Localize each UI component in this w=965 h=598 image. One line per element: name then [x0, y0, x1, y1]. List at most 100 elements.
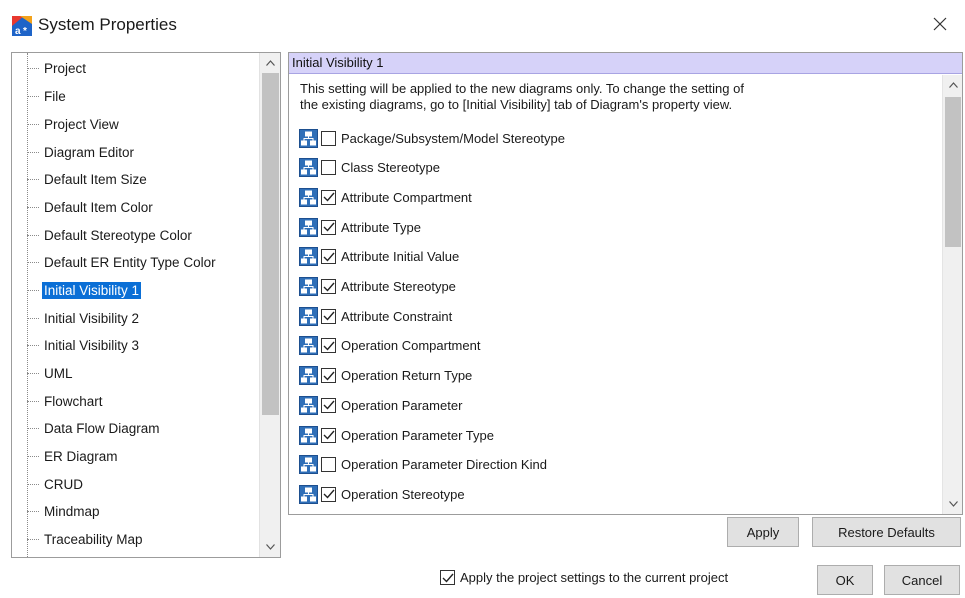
- tree-item-project[interactable]: Project: [27, 55, 259, 82]
- system-properties-dialog: a * System Properties Project File Proje…: [0, 0, 965, 598]
- diagram-icon[interactable]: [299, 366, 318, 386]
- option-checkbox[interactable]: [321, 160, 336, 176]
- option-row[interactable]: Attribute Type: [299, 215, 919, 239]
- tree-item-diagram-editor[interactable]: Diagram Editor: [27, 139, 259, 166]
- option-checkbox[interactable]: [321, 219, 336, 235]
- apply-project-checkbox-box[interactable]: [440, 570, 455, 585]
- option-checkbox[interactable]: [321, 457, 336, 473]
- option-checkbox[interactable]: [321, 397, 336, 413]
- option-row[interactable]: Package/Subsystem/Model Stereotype: [299, 126, 919, 150]
- settings-scroll-thumb[interactable]: [945, 97, 961, 247]
- tree-item-file[interactable]: File: [27, 83, 259, 110]
- tree-item-label: Initial Visibility 2: [44, 311, 140, 326]
- tree-item-initial-visibility-1[interactable]: Initial Visibility 1: [27, 277, 259, 304]
- tree-item-default-item-size[interactable]: Default Item Size: [27, 166, 259, 193]
- tree-item-label: Project View: [44, 117, 119, 132]
- tree-item-default-stereotype-color[interactable]: Default Stereotype Color: [27, 222, 259, 249]
- tree-item-crud[interactable]: CRUD: [27, 471, 259, 498]
- tree-scroll-up-button[interactable]: [260, 53, 280, 73]
- tree-scroll-down-button[interactable]: [260, 537, 280, 557]
- option-checkbox[interactable]: [321, 130, 336, 146]
- tree-item-initial-visibility-3[interactable]: Initial Visibility 3: [27, 332, 259, 359]
- svg-text:*: *: [23, 26, 27, 36]
- diagram-icon[interactable]: [299, 484, 318, 504]
- tree-item-default-item-color[interactable]: Default Item Color: [27, 194, 259, 221]
- option-row[interactable]: Operation Parameter Type: [299, 423, 919, 447]
- diagram-icon[interactable]: [299, 395, 318, 415]
- option-checkbox[interactable]: [321, 249, 336, 265]
- option-checkbox[interactable]: [321, 189, 336, 205]
- category-tree[interactable]: Project File Project View Diagram Editor…: [11, 52, 281, 558]
- tree-list: Project File Project View Diagram Editor…: [12, 53, 260, 557]
- tree-item-er-diagram[interactable]: ER Diagram: [27, 443, 259, 470]
- option-row[interactable]: Attribute Compartment: [299, 185, 919, 209]
- tree-item-label: Diagram Editor: [44, 145, 135, 160]
- ok-button[interactable]: OK: [817, 565, 873, 595]
- checkmark-icon: [323, 311, 335, 321]
- tree-item-label: Traceability Map: [44, 532, 143, 547]
- restore-defaults-button[interactable]: Restore Defaults: [812, 517, 961, 547]
- option-label: Attribute Type: [341, 219, 421, 235]
- settings-panel: Initial Visibility 1 This setting will b…: [288, 52, 963, 515]
- settings-scroll-up-button[interactable]: [943, 75, 962, 95]
- dialog-footer: Apply the project settings to the curren…: [0, 563, 965, 598]
- cancel-button[interactable]: Cancel: [884, 565, 960, 595]
- checkmark-icon: [323, 252, 335, 262]
- diagram-icon[interactable]: [299, 455, 318, 475]
- tree-item-uml[interactable]: UML: [27, 360, 259, 387]
- diagram-icon[interactable]: [299, 425, 318, 445]
- tree-item-data-flow-diagram[interactable]: Data Flow Diagram: [27, 415, 259, 442]
- option-row[interactable]: Class Stereotype: [299, 156, 919, 180]
- tree-item-project-view[interactable]: Project View: [27, 111, 259, 138]
- diagram-icon[interactable]: [299, 277, 318, 296]
- diagram-icon[interactable]: [299, 306, 318, 326]
- close-icon: [933, 17, 947, 31]
- option-checkbox[interactable]: [321, 279, 336, 294]
- close-button[interactable]: [925, 10, 955, 38]
- option-checkbox[interactable]: [321, 427, 336, 443]
- astah-logo-icon: a *: [12, 16, 32, 36]
- checkmark-icon: [323, 341, 335, 351]
- diagram-icon[interactable]: [299, 128, 318, 148]
- option-row[interactable]: Attribute Stereotype: [299, 275, 919, 299]
- diagram-icon[interactable]: [299, 217, 318, 237]
- option-checkbox[interactable]: [321, 338, 336, 354]
- diagram-icon[interactable]: [299, 336, 318, 356]
- option-checkbox[interactable]: [321, 308, 336, 324]
- apply-button[interactable]: Apply: [727, 517, 799, 547]
- settings-scrollbar[interactable]: [942, 75, 962, 514]
- tree-item-traceability-map[interactable]: Traceability Map: [27, 526, 259, 553]
- tree-item-label: Default Item Color: [44, 200, 153, 215]
- apply-project-settings-checkbox[interactable]: Apply the project settings to the curren…: [440, 570, 728, 585]
- option-label: Attribute Stereotype: [341, 279, 456, 294]
- tree-item-mindmap[interactable]: Mindmap: [27, 498, 259, 525]
- checkmark-icon: [323, 371, 335, 381]
- checkmark-icon: [323, 400, 335, 410]
- option-checkbox[interactable]: [321, 368, 336, 384]
- option-row[interactable]: Operation Return Type: [299, 364, 919, 388]
- option-row[interactable]: Operation Parameter: [299, 393, 919, 417]
- option-row[interactable]: Operation Stereotype: [299, 482, 919, 506]
- option-row[interactable]: Attribute Constraint: [299, 304, 919, 328]
- tree-item-label: Default Item Size: [44, 172, 147, 187]
- option-label: Operation Stereotype: [341, 486, 465, 502]
- option-label: Operation Return Type: [341, 368, 473, 384]
- option-row[interactable]: Operation Compartment: [299, 334, 919, 358]
- option-row[interactable]: Operation Parameter Direction Kind: [299, 453, 919, 477]
- tree-item-label: UML: [44, 366, 73, 381]
- tree-item-label: Data Flow Diagram: [44, 421, 160, 436]
- diagram-icon[interactable]: [299, 247, 318, 267]
- tree-item-label: File: [44, 89, 66, 104]
- settings-scroll-down-button[interactable]: [943, 494, 962, 514]
- option-checkbox[interactable]: [321, 486, 336, 502]
- option-row[interactable]: Attribute Initial Value: [299, 245, 919, 269]
- checkmark-icon: [323, 222, 335, 232]
- tree-item-initial-visibility-2[interactable]: Initial Visibility 2: [27, 305, 259, 332]
- diagram-icon[interactable]: [299, 187, 318, 207]
- tree-scroll-thumb[interactable]: [262, 73, 279, 415]
- diagram-icon[interactable]: [299, 158, 318, 178]
- tree-item-flowchart[interactable]: Flowchart: [27, 388, 259, 415]
- tree-scrollbar[interactable]: [259, 53, 280, 557]
- option-label: Operation Parameter Direction Kind: [341, 457, 547, 473]
- tree-item-default-er-entity-type-color[interactable]: Default ER Entity Type Color: [27, 249, 259, 276]
